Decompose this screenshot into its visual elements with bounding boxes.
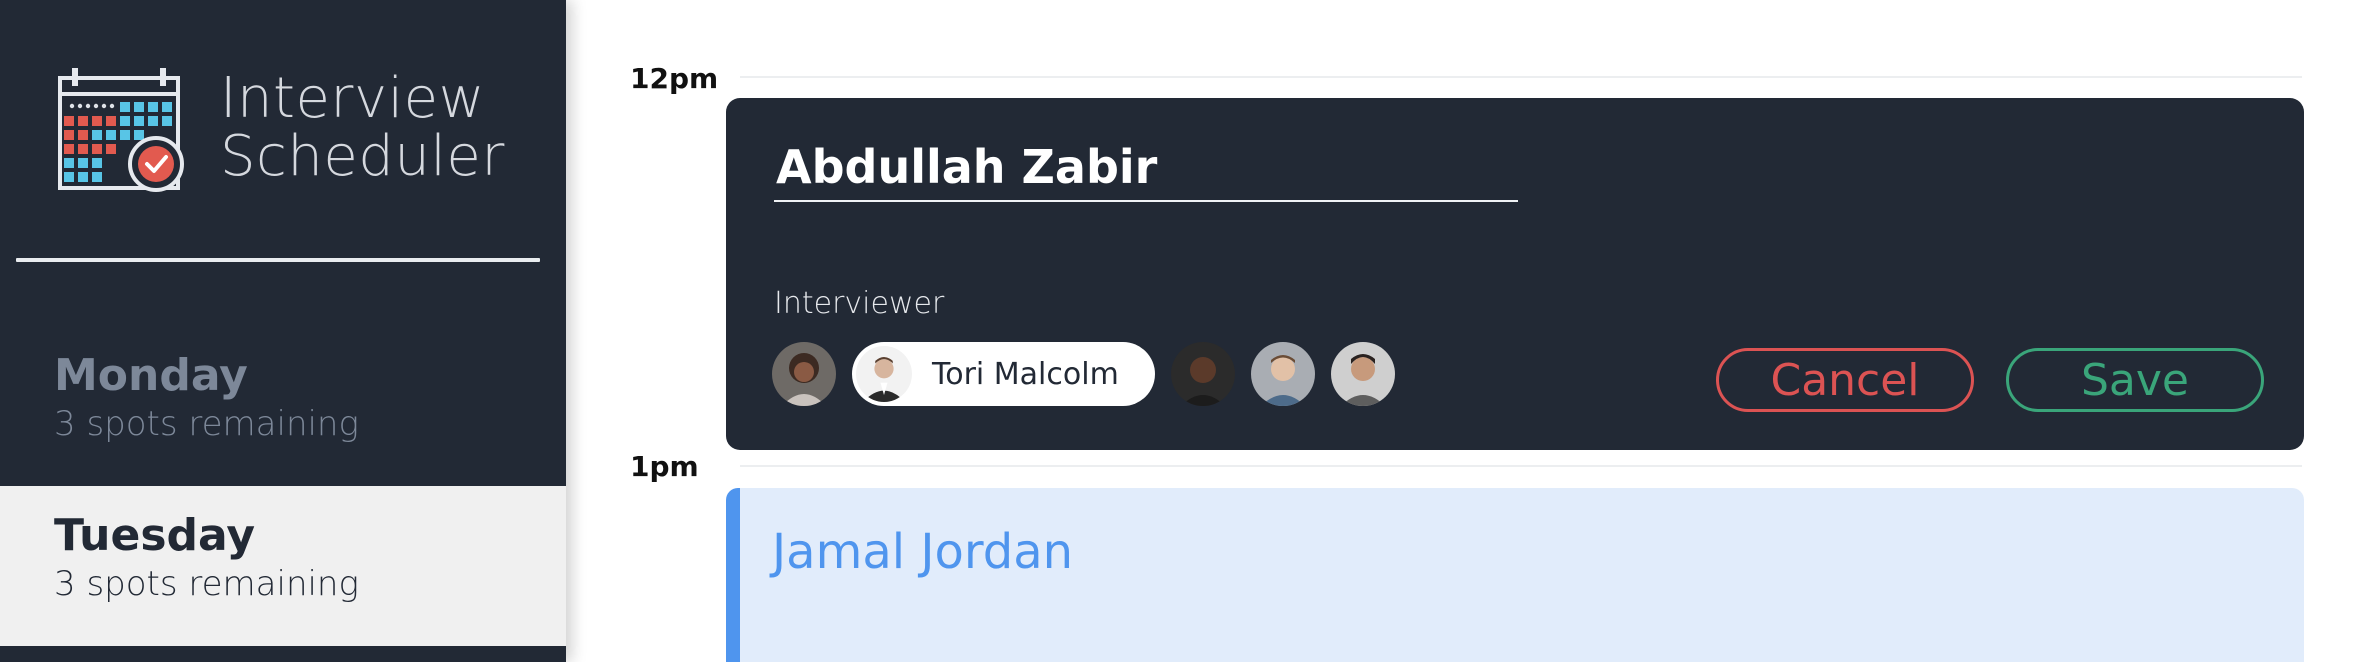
interviewer-name: Tori Malcolm (932, 356, 1119, 392)
appointment-edit-form: Interviewer (726, 98, 2304, 450)
calendar-check-icon (56, 68, 188, 196)
day-name: Monday (54, 350, 248, 401)
time-label-1pm: 1pm (630, 450, 699, 483)
save-button[interactable]: Save (2006, 348, 2264, 412)
student-name-input[interactable] (774, 134, 1518, 202)
interviewer-avatar-3[interactable] (1170, 342, 1235, 406)
day-spots-remaining: 3 spots remaining (54, 564, 359, 604)
schedule: 12pm Interviewer (566, 0, 2366, 662)
appointment-card[interactable]: Jamal Jordan (726, 488, 2304, 662)
interviewer-avatar-4[interactable] (1250, 342, 1315, 406)
app-title: Interview Scheduler (220, 70, 505, 186)
app-title-line2: Scheduler (220, 124, 505, 189)
interviewer-avatar-selected (856, 346, 912, 402)
day-item-monday[interactable]: Monday 3 spots remaining (0, 326, 566, 486)
app-title-line1: Interview (220, 66, 485, 131)
hour-divider (740, 76, 2302, 78)
interviewer-heading: Interviewer (774, 286, 945, 321)
sidebar-divider (16, 258, 540, 262)
time-label-12pm: 12pm (630, 62, 719, 95)
cancel-button[interactable]: Cancel (1716, 348, 1974, 412)
day-name: Tuesday (54, 510, 256, 561)
interviewer-avatar-5[interactable] (1330, 342, 1395, 406)
day-item-tuesday[interactable]: Tuesday 3 spots remaining (0, 486, 566, 646)
sidebar: Interview Scheduler Monday 3 spots remai… (0, 0, 566, 662)
appointment-student-name: Jamal Jordan (772, 524, 1074, 580)
day-spots-remaining: 3 spots remaining (54, 404, 359, 444)
interviewer-selected[interactable]: Tori Malcolm (852, 342, 1155, 406)
hour-divider (740, 465, 2302, 467)
interviewer-list: Tori Malcolm (772, 342, 1395, 406)
interviewer-avatar-1[interactable] (772, 342, 836, 406)
